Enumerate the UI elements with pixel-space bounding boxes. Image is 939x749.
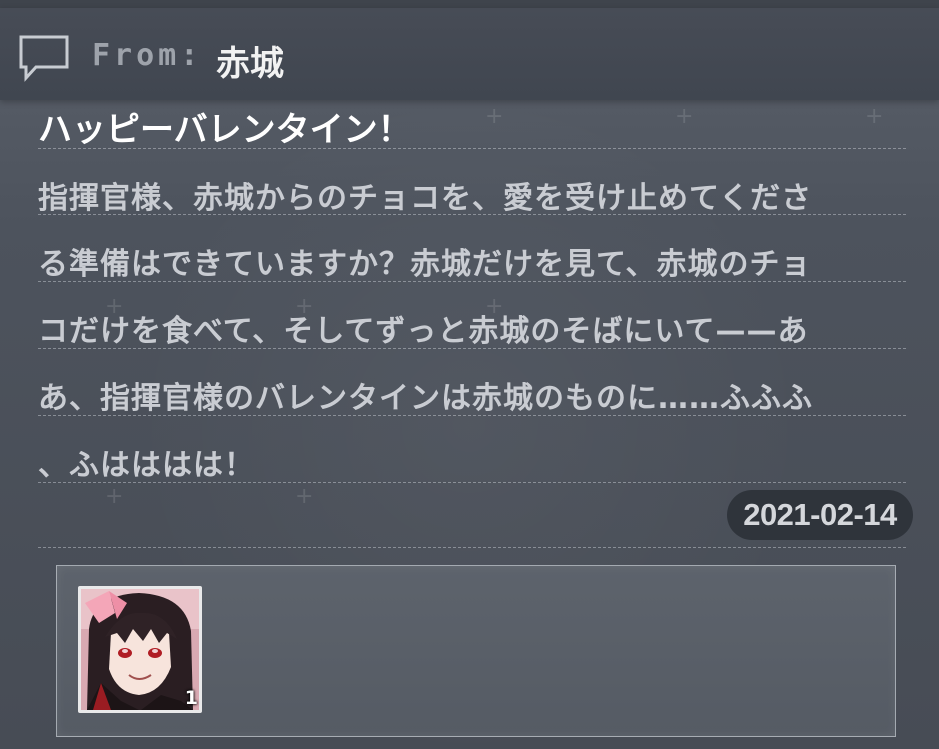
grid-plus-marker: + xyxy=(675,104,694,129)
character-portrait-icon xyxy=(81,589,199,710)
attachment-item[interactable]: 1 xyxy=(78,586,202,713)
chat-bubble-icon xyxy=(19,35,69,82)
mail-header: From: 赤城 xyxy=(0,8,939,100)
top-strip xyxy=(0,0,939,8)
grid-plus-marker: + xyxy=(295,484,314,509)
line-divider xyxy=(38,214,906,215)
line-divider xyxy=(38,482,906,483)
grid-plus-marker: + xyxy=(105,484,124,509)
mail-date-badge: 2021-02-14 xyxy=(727,490,913,540)
mail-body-line: コだけを食べて、そしてずっと赤城のそばにいて——あ xyxy=(38,314,809,349)
mail-body-line: る準備はできていますか？赤城だけを見て、赤城のチョ xyxy=(38,247,812,282)
line-divider xyxy=(38,148,906,149)
mail-panel: + + + + + + + + + + + + From: 赤城 ハッピーバレン… xyxy=(0,0,939,749)
attachment-count: 1 xyxy=(184,687,198,709)
line-divider xyxy=(38,348,906,349)
line-divider xyxy=(38,547,906,548)
mail-body-line: 指揮官様、赤城からのチョコを、愛を受け止めてくださ xyxy=(38,181,813,216)
from-label: From: xyxy=(92,38,203,73)
line-divider xyxy=(38,281,906,282)
grid-plus-marker: + xyxy=(865,104,884,129)
grid-plus-marker: + xyxy=(485,104,504,129)
mail-title: ハッピーバレンタイン！ xyxy=(38,110,412,150)
mail-body-line: あ、指揮官様のバレンタインは赤城のものに……ふふふ xyxy=(38,381,813,416)
sender-name: 赤城 xyxy=(216,44,284,84)
line-divider xyxy=(38,415,906,416)
mail-body-line: 、ふはははは！ xyxy=(38,448,255,483)
